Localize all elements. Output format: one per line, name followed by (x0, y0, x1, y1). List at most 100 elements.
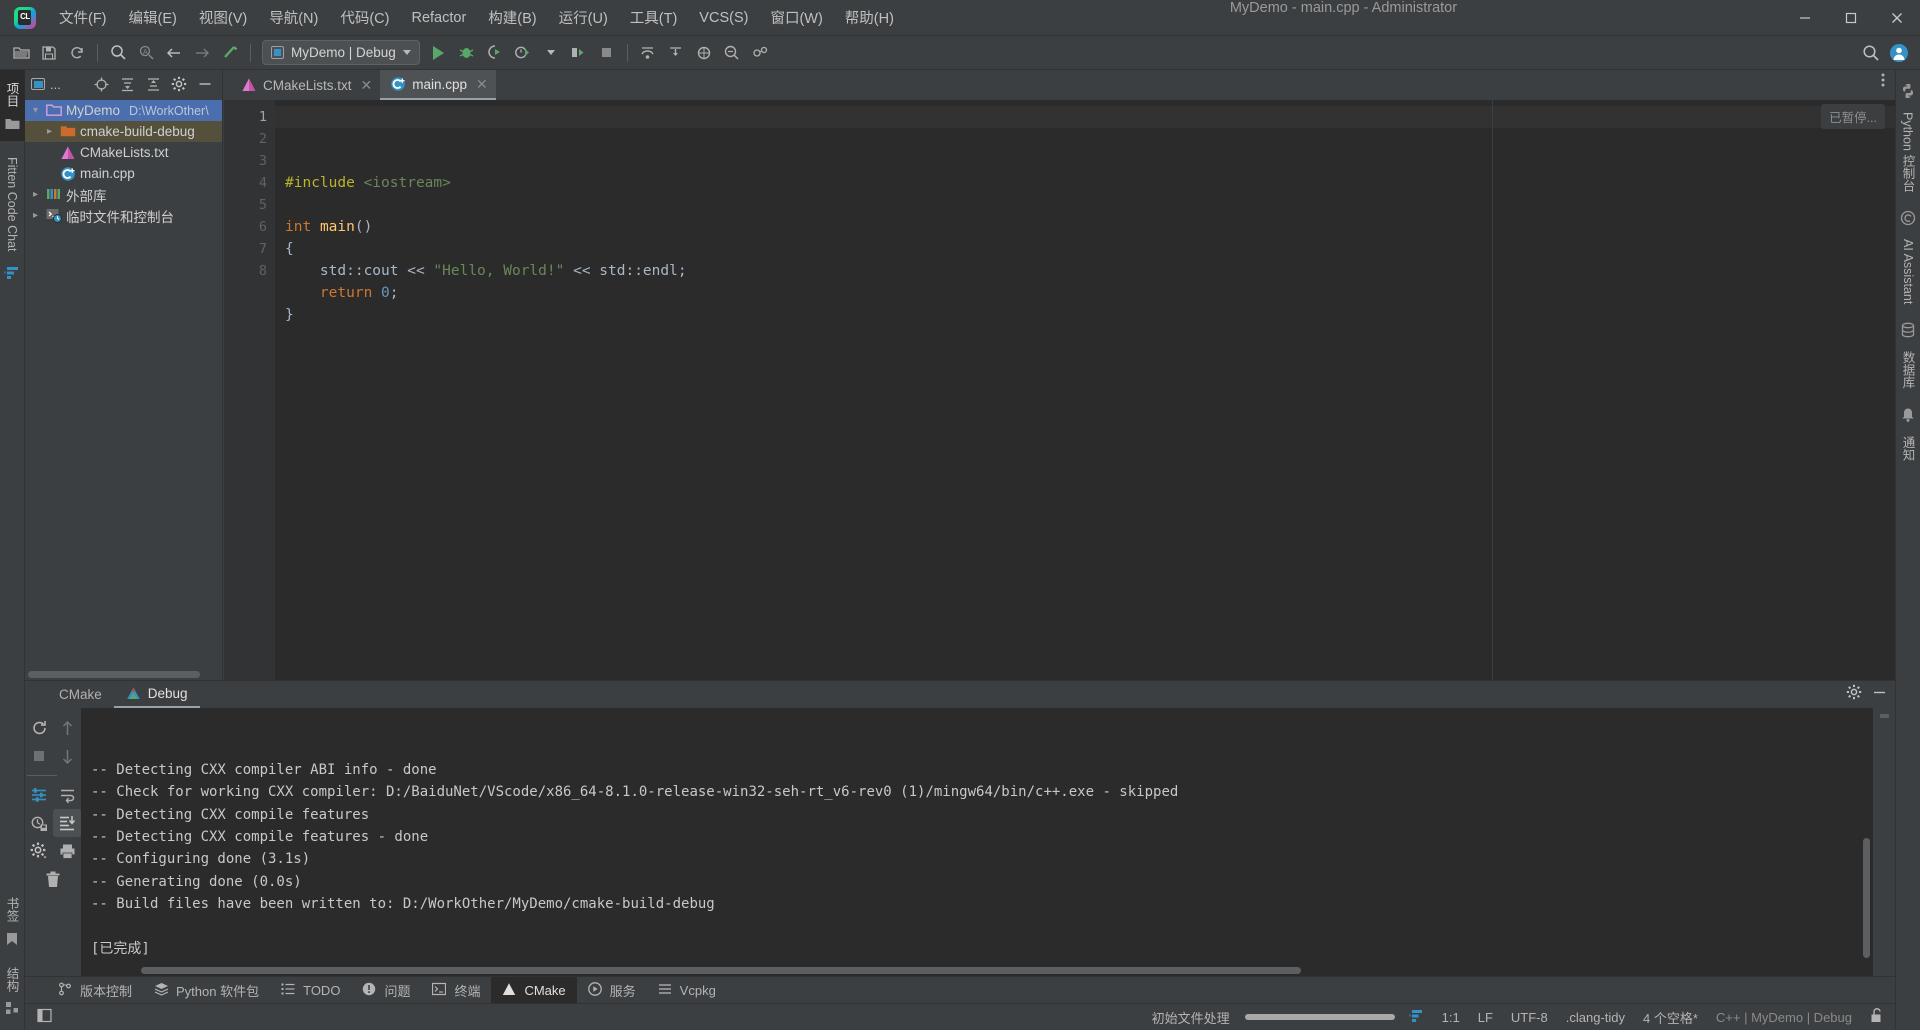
bottom-tab-python-packages[interactable]: Python 软件包 (143, 977, 270, 1004)
close-icon[interactable]: ✕ (361, 77, 373, 94)
sidebar-item-database[interactable]: 数据库 (1899, 345, 1918, 395)
menu-run[interactable]: 运行(U) (548, 3, 619, 32)
sidebar-item-structure[interactable]: 结构 (3, 961, 22, 998)
sidebar-item-fitten-code-chat[interactable]: Fitten Code Chat (5, 151, 19, 258)
chevron-right-icon[interactable]: ▸ (29, 189, 42, 200)
open-folder-icon[interactable] (8, 40, 34, 66)
bell-icon[interactable] (1900, 407, 1916, 428)
line-separator[interactable]: LF (1469, 1010, 1502, 1025)
tree-node-cmakelists[interactable]: CMakeLists.txt (25, 142, 222, 163)
scroll-up-icon[interactable] (53, 714, 81, 742)
menu-code[interactable]: 代码(C) (329, 3, 400, 32)
unlocked-icon[interactable] (1861, 1008, 1885, 1026)
step-into-icon[interactable] (663, 40, 689, 66)
target-icon[interactable] (90, 73, 112, 95)
fitten-icon[interactable] (3, 266, 21, 286)
sidebar-item-ai-assistant[interactable]: AI Assistant (1901, 233, 1915, 310)
bottom-tab-services[interactable]: 服务 (577, 977, 647, 1004)
chevron-down-icon[interactable]: ▾ (29, 105, 42, 116)
bottom-tab-todo[interactable]: TODO (270, 977, 351, 1004)
rerun-icon[interactable] (25, 714, 53, 742)
tab-cmakelists-txt[interactable]: CMakeLists.txt ✕ (231, 70, 380, 100)
context-breadcrumb[interactable]: C++ | MyDemo | Debug (1707, 1010, 1861, 1025)
sidebar-item-bookmarks[interactable]: 书签 (3, 891, 22, 928)
step-over-icon[interactable] (635, 40, 661, 66)
console-vscrollbar-thumb[interactable] (1863, 838, 1870, 958)
ai-assistant-icon[interactable] (1900, 210, 1916, 231)
scrollbar-thumb[interactable] (28, 671, 200, 678)
menu-view[interactable]: 视图(V) (188, 3, 258, 32)
delete-icon[interactable] (39, 865, 67, 893)
tree-node-cmake-build-debug[interactable]: ▸ cmake-build-debug (25, 121, 222, 142)
more-options-icon[interactable] (1881, 72, 1885, 93)
save-icon[interactable] (36, 40, 62, 66)
menu-build[interactable]: 构建(B) (477, 3, 547, 32)
print-icon[interactable] (53, 837, 81, 865)
menu-file[interactable]: 文件(F) (48, 3, 118, 32)
fitten-icon[interactable] (1401, 1009, 1433, 1026)
tree-node-external-libraries[interactable]: ▸ 外部库 (25, 184, 222, 205)
menu-vcs[interactable]: VCS(S) (688, 6, 759, 30)
hide-panel-icon[interactable] (194, 73, 216, 95)
search-everywhere-icon[interactable] (1858, 40, 1884, 66)
scrollbar-thumb[interactable] (141, 967, 1301, 974)
menu-help[interactable]: 帮助(H) (834, 3, 905, 32)
tree-node-scratches[interactable]: ▸ 临时文件和控制台 (25, 205, 222, 226)
expand-all-icon[interactable] (116, 73, 138, 95)
code-editor[interactable]: 1 2 3 4 5 6 7 8 #include <iostream> int … (223, 100, 1895, 680)
bottom-tab-problems[interactable]: 问题 (351, 977, 421, 1004)
gear-icon[interactable] (168, 73, 190, 95)
bottom-tab-vcpkg[interactable]: Vcpkg (647, 977, 727, 1004)
find-in-path-icon[interactable]: A (133, 40, 159, 66)
scroll-to-end-icon[interactable] (53, 809, 81, 837)
close-icon[interactable]: ✕ (476, 76, 488, 93)
menu-tools[interactable]: 工具(T) (619, 3, 689, 32)
hide-tool-window-icon[interactable] (1872, 685, 1887, 705)
stop-button[interactable] (594, 40, 620, 66)
bookmark-icon[interactable] (6, 932, 18, 951)
cmake-console-output[interactable]: -- Detecting CXX compiler ABI info - don… (81, 708, 1873, 965)
python-icon[interactable] (1900, 83, 1916, 104)
menu-edit[interactable]: 编辑(E) (118, 3, 188, 32)
settings-gear-icon[interactable] (25, 837, 53, 865)
soft-wrap-icon[interactable] (53, 781, 81, 809)
caret-position[interactable]: 1:1 (1433, 1010, 1469, 1025)
view-breakpoints-icon[interactable] (691, 40, 717, 66)
forward-arrow-icon[interactable] (189, 40, 215, 66)
minimize-button[interactable] (1782, 0, 1828, 36)
cmake-tab-cmake[interactable]: CMake (47, 681, 114, 708)
bottom-tab-cmake[interactable]: CMake (491, 976, 577, 1004)
stop-icon[interactable] (25, 742, 53, 770)
close-button[interactable] (1874, 0, 1920, 36)
search-icon[interactable] (105, 40, 131, 66)
back-arrow-icon[interactable] (161, 40, 187, 66)
file-encoding[interactable]: UTF-8 (1502, 1010, 1557, 1025)
database-icon[interactable] (1900, 322, 1916, 343)
attach-process-button[interactable] (566, 40, 592, 66)
inspection-profile[interactable]: .clang-tidy (1557, 1010, 1634, 1025)
menu-refactor[interactable]: Refactor (400, 6, 477, 30)
run-with-coverage-button[interactable] (482, 40, 508, 66)
scroll-down-icon[interactable] (53, 742, 81, 770)
run-configuration-selector[interactable]: MyDemo | Debug (262, 40, 420, 65)
structure-icon[interactable] (5, 1002, 19, 1020)
tab-main-cpp[interactable]: main.cpp ✕ (380, 70, 496, 100)
menu-navigate[interactable]: 导航(N) (258, 3, 329, 32)
profile-dropdown-icon[interactable] (538, 40, 564, 66)
profile-button[interactable] (510, 40, 536, 66)
sync-icon[interactable] (64, 40, 90, 66)
maximize-button[interactable] (1828, 0, 1874, 36)
debug-button[interactable] (454, 40, 480, 66)
chevron-right-icon[interactable]: ▸ (43, 126, 56, 137)
project-panel-hscrollbar[interactable] (25, 669, 222, 680)
bottom-tab-terminal[interactable]: 终端 (421, 977, 491, 1004)
sidebar-item-notifications[interactable]: 通知 (1899, 430, 1918, 467)
tree-node-mydemo[interactable]: ▾ MyDemo D:\WorkOther\ (25, 100, 222, 121)
gear-icon[interactable] (1846, 684, 1862, 705)
account-icon[interactable] (1886, 40, 1912, 66)
sidebar-item-project[interactable]: 项目 (3, 76, 22, 113)
project-panel-title[interactable]: ... (31, 77, 61, 92)
build-hammer-icon[interactable] (217, 40, 243, 66)
evaluate-expression-icon[interactable] (719, 40, 745, 66)
collapse-all-icon[interactable] (142, 73, 164, 95)
